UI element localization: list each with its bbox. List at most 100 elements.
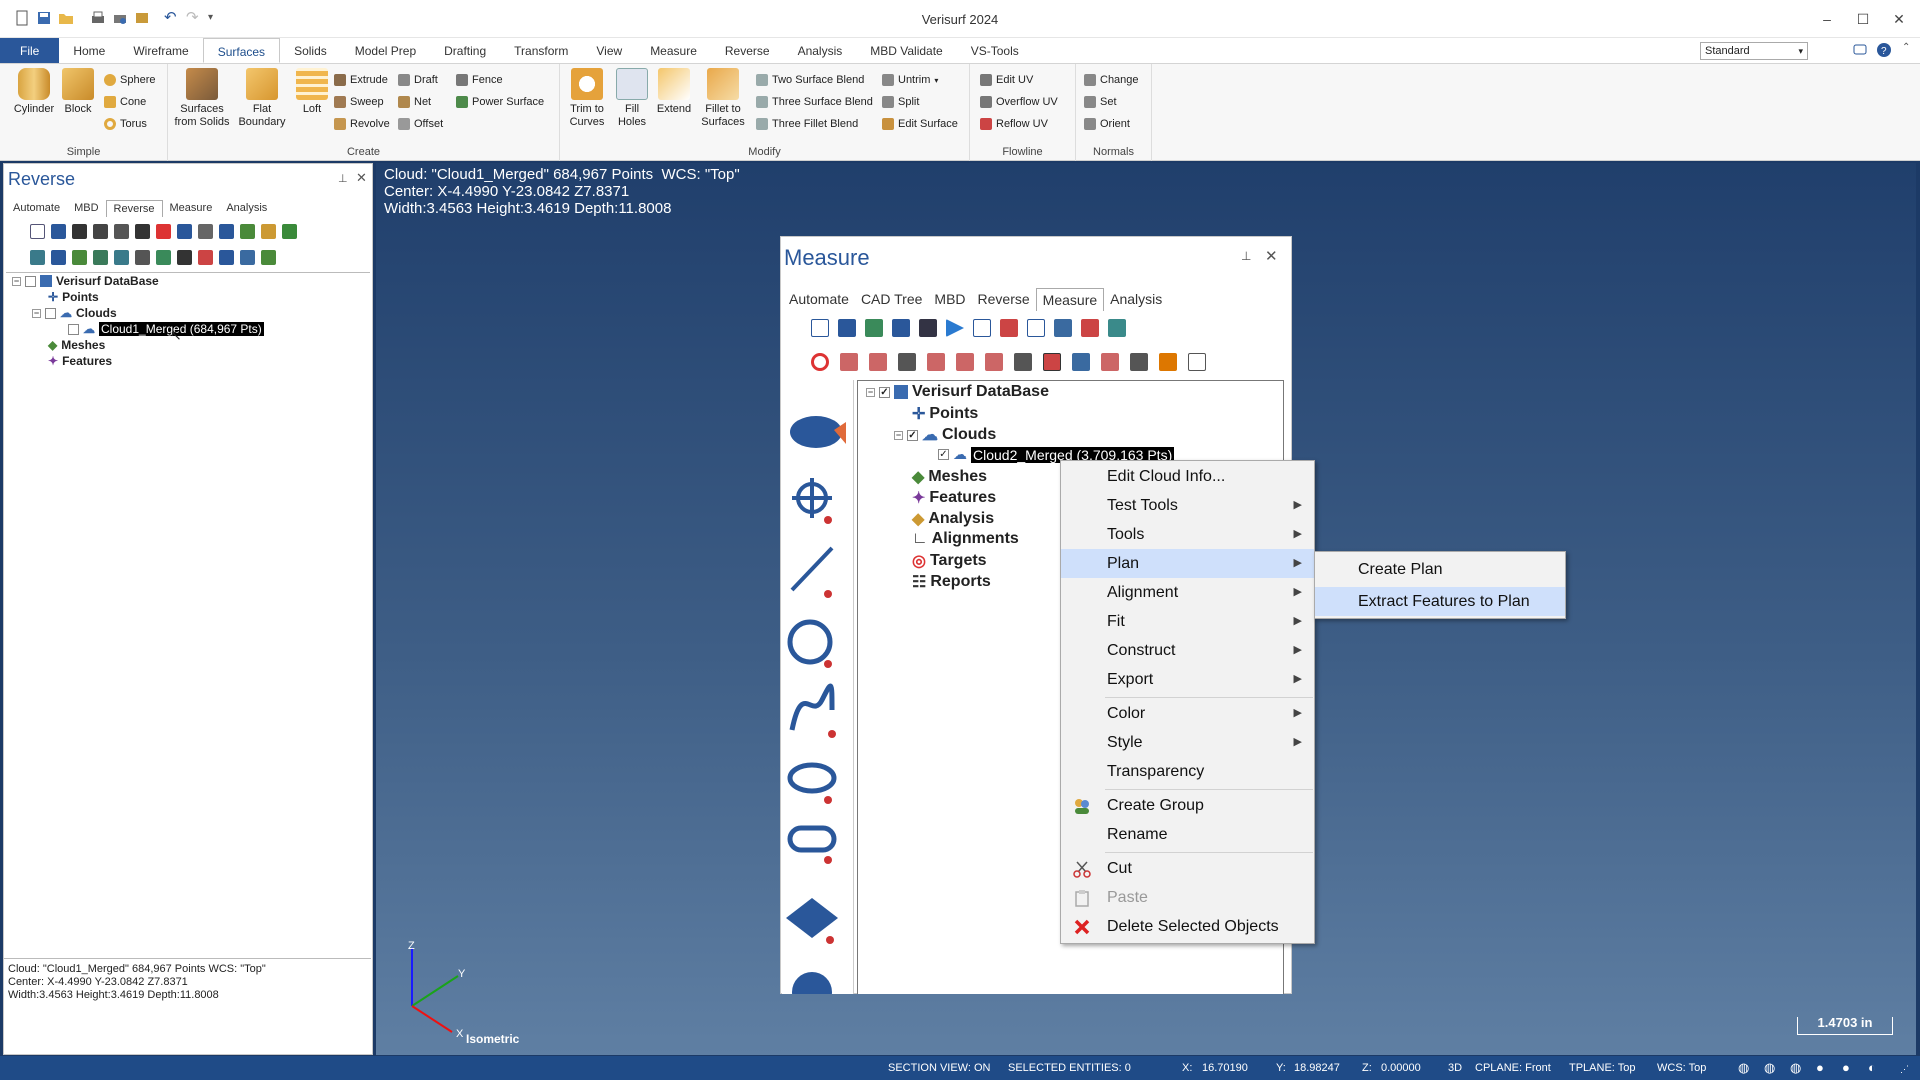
mtree-item-reports[interactable]: ☷ Reports [912, 572, 991, 592]
tab-wireframe[interactable]: Wireframe [119, 38, 202, 63]
tab-analysis[interactable]: Analysis [784, 38, 857, 63]
tab-surfaces[interactable]: Surfaces [202, 38, 281, 63]
flat-boundary-button[interactable]: Flat Boundary [234, 68, 290, 129]
globe-icon[interactable]: ◍ [1738, 1060, 1749, 1076]
mtree-item-alignments[interactable]: ∟ Alignments [912, 530, 1019, 548]
menu-color[interactable]: Color ▶ [1061, 699, 1314, 728]
tool-icon-1[interactable] [30, 224, 45, 239]
sphere-shade-3-icon[interactable]: ◐ [1868, 1060, 1876, 1075]
close-panel-icon[interactable]: ✕ [356, 170, 367, 186]
tab-file[interactable]: File [0, 38, 60, 63]
cloud1-checkbox[interactable] [68, 323, 79, 335]
view-mode-status[interactable]: 3D [1448, 1062, 1462, 1074]
menu-tools[interactable]: Tools ▶ [1061, 520, 1314, 549]
panel-tab-mbd[interactable]: MBD [67, 200, 105, 217]
submenu-create-plan[interactable]: Create Plan [1315, 555, 1565, 584]
reflow-uv-button[interactable]: Reflow UV [980, 115, 1048, 133]
pin-icon[interactable]: ⊥ [338, 172, 348, 185]
menu-paste[interactable]: Paste [1061, 883, 1314, 912]
tool-icon-22[interactable] [198, 250, 213, 265]
offset-button[interactable]: Offset [398, 115, 443, 133]
measure-tool-23-icon[interactable] [1101, 353, 1119, 371]
tool-icon-14[interactable] [30, 250, 45, 265]
mtree-item-meshes[interactable]: ◆ Meshes [912, 467, 987, 487]
tab-view[interactable]: View [582, 38, 636, 63]
measure-tool-18-icon[interactable] [956, 353, 974, 371]
standard-select[interactable]: Standard ▾ [1700, 42, 1808, 60]
measure-tool-25-icon[interactable] [1159, 353, 1177, 371]
tree-item-cloud1[interactable]: ☁ Cloud1_Merged (684,967 Pts) [68, 322, 264, 336]
measure-tab-mbd[interactable]: MBD [928, 288, 971, 311]
measure-tool-9-icon[interactable] [1027, 319, 1045, 337]
tab-mbd-validate[interactable]: MBD Validate [856, 38, 956, 63]
menu-construct[interactable]: Construct ▶ [1061, 636, 1314, 665]
close-panel-icon[interactable]: ✕ [1265, 247, 1278, 265]
mtree-item-features[interactable]: ✦ Features [912, 488, 996, 508]
torus-button[interactable]: Torus [104, 115, 147, 133]
menu-test-tools[interactable]: Test Tools ▶ [1061, 491, 1314, 520]
collapse-ribbon-icon[interactable]: ⌃ [1902, 42, 1910, 53]
panel-tab-analysis[interactable]: Analysis [219, 200, 274, 217]
tool-icon-21[interactable] [177, 250, 192, 265]
collapse-icon[interactable]: − [32, 308, 41, 318]
tool-icon-17[interactable] [93, 250, 108, 265]
surfaces-from-solids-button[interactable]: Surfaces from Solids [172, 68, 232, 129]
measure-tool-11-icon[interactable] [1081, 319, 1099, 337]
wcs-status[interactable]: WCS: Top [1657, 1062, 1706, 1074]
power-surface-button[interactable]: Power Surface [456, 93, 544, 111]
measure-tool-7-icon[interactable] [973, 319, 991, 337]
tab-reverse[interactable]: Reverse [711, 38, 784, 63]
menu-style[interactable]: Style ▶ [1061, 728, 1314, 757]
minimize-button[interactable]: – [1812, 8, 1842, 30]
fillet-to-surfaces-button[interactable]: Fillet to Surfaces [696, 68, 750, 129]
tool-icon-23[interactable] [219, 250, 234, 265]
tool-icon-13[interactable] [282, 224, 297, 239]
extend-button[interactable]: Extend [654, 68, 694, 116]
mtree-cloud2-checkbox[interactable]: ✓ [938, 449, 949, 460]
mtree-item-clouds[interactable]: − ✓ ☁ Clouds [894, 425, 996, 445]
collapse-icon[interactable]: − [12, 276, 21, 286]
tree-item-features[interactable]: ✦ Features [48, 354, 112, 368]
ellipse-measure-icon[interactable] [787, 762, 837, 804]
tool-icon-19[interactable] [135, 250, 150, 265]
measure-tool-5-icon[interactable] [919, 319, 937, 337]
extrude-button[interactable]: Extrude [334, 71, 388, 89]
measure-tool-24-icon[interactable] [1130, 353, 1148, 371]
revolve-button[interactable]: Revolve [334, 115, 390, 133]
mtree-root[interactable]: − ✓ Verisurf DataBase [866, 383, 1049, 401]
cylinder-button[interactable]: Cylinder [10, 68, 58, 116]
target-icon[interactable] [811, 353, 829, 371]
close-window-button[interactable]: ✕ [1884, 8, 1914, 30]
measure-tool-17-icon[interactable] [927, 353, 945, 371]
tool-icon-12[interactable] [261, 224, 276, 239]
edit-uv-button[interactable]: Edit UV [980, 71, 1033, 89]
globe-3-icon[interactable]: ◍ [1790, 1060, 1801, 1076]
section-view-status[interactable]: SECTION VIEW: ON [888, 1062, 990, 1074]
root-checkbox[interactable] [25, 275, 36, 287]
measure-tool-20-icon[interactable] [1014, 353, 1032, 371]
measure-tool-16-icon[interactable] [898, 353, 916, 371]
loft-button[interactable]: Loft [292, 68, 332, 116]
menu-create-group[interactable]: Create Group [1061, 791, 1314, 820]
tab-model-prep[interactable]: Model Prep [341, 38, 430, 63]
menu-rename[interactable]: Rename [1061, 820, 1314, 849]
comment-icon[interactable] [1852, 42, 1868, 58]
change-normals-button[interactable]: Change [1084, 71, 1139, 89]
circle-measure-icon[interactable] [787, 619, 833, 668]
measure-tool-26-icon[interactable] [1188, 353, 1206, 371]
sphere-shade-2-icon[interactable]: ● [1842, 1060, 1850, 1075]
tab-vs-tools[interactable]: VS-Tools [957, 38, 1033, 63]
tree-item-points[interactable]: ✛ Points [48, 290, 99, 304]
measure-tab-analysis[interactable]: Analysis [1104, 288, 1168, 311]
plane-measure-icon[interactable] [786, 898, 838, 944]
measure-tool-19-icon[interactable] [985, 353, 1003, 371]
measure-tool-15-icon[interactable] [869, 353, 887, 371]
tree-item-clouds[interactable]: − ☁ Clouds [32, 306, 117, 320]
tab-measure[interactable]: Measure [636, 38, 711, 63]
tool-icon-10[interactable] [219, 224, 234, 239]
three-fillet-blend-button[interactable]: Three Fillet Blend [756, 115, 858, 133]
mtree-root-checkbox[interactable]: ✓ [879, 386, 890, 398]
three-surface-blend-button[interactable]: Three Surface Blend [756, 93, 873, 111]
net-button[interactable]: Net [398, 93, 431, 111]
measure-tab-measure[interactable]: Measure [1035, 288, 1105, 311]
